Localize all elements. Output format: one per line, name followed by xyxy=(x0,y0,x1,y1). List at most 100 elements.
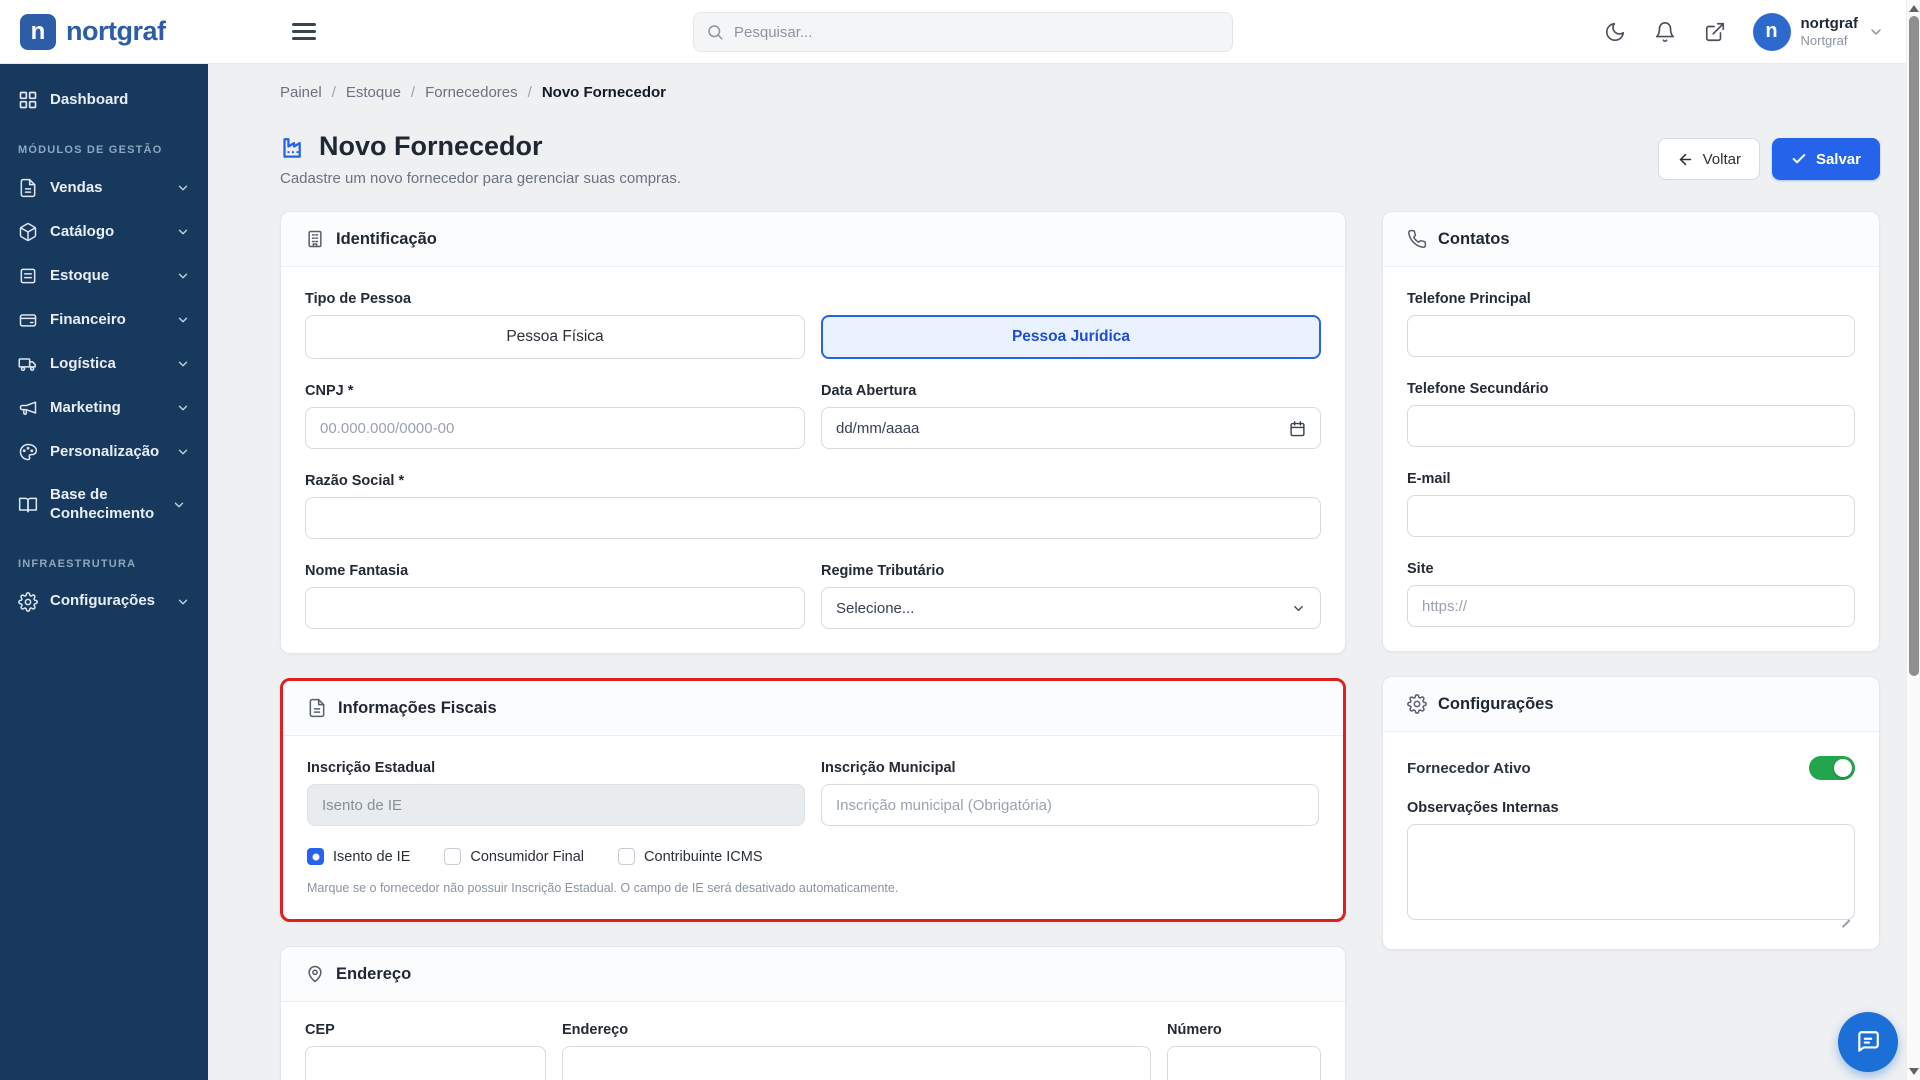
regime-tributario-select[interactable]: Selecione... xyxy=(821,587,1321,629)
chevron-down-icon xyxy=(176,181,190,195)
bell-icon xyxy=(1655,21,1674,42)
cnpj-label: CNPJ * xyxy=(305,383,354,399)
chat-button[interactable] xyxy=(1838,1012,1898,1072)
scrollbar-down-arrow-icon[interactable] xyxy=(1909,1068,1919,1075)
breadcrumb-separator: / xyxy=(331,84,336,101)
breadcrumb-current: Novo Fornecedor xyxy=(541,84,667,101)
external-link-icon xyxy=(1705,22,1724,41)
cnpj-input[interactable] xyxy=(305,407,805,449)
telefone-secundario-input[interactable] xyxy=(1407,405,1855,447)
sidebar-item-personalizacao[interactable]: Personalização xyxy=(0,430,208,474)
book-open-icon xyxy=(18,495,38,515)
brand-logo-text: nortgraf xyxy=(66,16,166,46)
chevron-down-icon xyxy=(176,225,190,239)
back-button[interactable]: Voltar xyxy=(1657,138,1760,180)
arrow-left-icon xyxy=(1679,153,1691,165)
breadcrumb-fornecedores[interactable]: Fornecedores xyxy=(425,84,518,101)
razao-social-label: Razão Social * xyxy=(305,473,405,489)
checkbox-label: Contribuinte ICMS xyxy=(644,848,763,865)
card-title: Configurações xyxy=(1438,694,1554,713)
user-menu[interactable]: n nortgraf Nortgraf xyxy=(1752,12,1885,51)
select-value: Selecione... xyxy=(836,599,915,617)
chevron-down-icon xyxy=(176,357,190,371)
notifications-button[interactable] xyxy=(1653,20,1677,44)
gear-icon xyxy=(18,591,38,612)
card-endereco: Endereço CEP Endereço Número xyxy=(280,946,1346,1080)
brand-logo-icon: n xyxy=(20,13,56,50)
data-abertura-label: Data Abertura xyxy=(821,383,917,399)
sidebar-item-logistica[interactable]: Logística xyxy=(0,342,208,386)
sidebar-item-base-conhecimento[interactable]: Base de Conhecimento xyxy=(0,474,208,536)
card-informacoes-fiscais: Informações Fiscais Inscrição Estadual I… xyxy=(280,678,1346,922)
breadcrumb-separator: / xyxy=(527,84,532,101)
endereco-input[interactable] xyxy=(562,1046,1151,1080)
sidebar-item-label: Base de Conhecimento xyxy=(50,486,155,522)
checkbox-consumidor-final[interactable]: Consumidor Final xyxy=(444,848,584,865)
sidebar-item-dashboard[interactable]: Dashboard xyxy=(0,78,208,122)
sidebar-item-label: Catálogo xyxy=(50,222,115,240)
sidebar-item-configuracoes[interactable]: Configurações xyxy=(0,580,208,624)
factory-icon xyxy=(283,138,301,158)
card-contatos: Contatos Telefone Principal Telefone Sec… xyxy=(1382,211,1880,652)
telefone-secundario-label: Telefone Secundário xyxy=(1407,381,1549,397)
breadcrumb-estoque[interactable]: Estoque xyxy=(346,84,401,101)
sidebar-item-label: Logística xyxy=(50,354,116,372)
scrollbar-up-arrow-icon[interactable] xyxy=(1909,5,1919,12)
chevron-down-icon xyxy=(176,445,190,459)
card-title: Endereço xyxy=(336,964,412,983)
email-label: E-mail xyxy=(1407,471,1451,487)
menu-toggle-icon[interactable] xyxy=(292,19,316,45)
checkbox-label: Isento de IE xyxy=(333,848,411,865)
page-title: Novo Fornecedor xyxy=(319,131,543,161)
date-value: dd/mm/aaaa xyxy=(836,419,920,437)
card-configuracoes: Configurações Fornecedor Ativo Observaçõ… xyxy=(1382,676,1880,950)
save-button[interactable]: Salvar xyxy=(1771,138,1880,180)
sidebar-item-label: Financeiro xyxy=(50,310,126,328)
sidebar-item-vendas[interactable]: Vendas xyxy=(0,166,208,210)
data-abertura-input[interactable]: dd/mm/aaaa xyxy=(821,407,1321,449)
sidebar-item-catalogo[interactable]: Catálogo xyxy=(0,210,208,254)
sidebar-item-estoque[interactable]: Estoque xyxy=(0,254,208,298)
search-input[interactable] xyxy=(734,23,1220,41)
chevron-down-icon xyxy=(172,498,186,512)
box-icon xyxy=(18,222,38,242)
inscricao-municipal-label: Inscrição Municipal xyxy=(821,760,956,776)
site-input[interactable] xyxy=(1407,585,1855,627)
telefone-principal-input[interactable] xyxy=(1407,315,1855,357)
sidebar-item-marketing[interactable]: Marketing xyxy=(0,386,208,430)
inscricao-municipal-input[interactable] xyxy=(821,784,1319,826)
open-site-button[interactable] xyxy=(1703,20,1727,44)
nome-fantasia-input[interactable] xyxy=(305,587,805,629)
breadcrumb-separator: / xyxy=(410,84,416,101)
main-content: Painel / Estoque / Fornecedores / Novo F… xyxy=(208,64,1906,1080)
file-text-icon xyxy=(307,698,327,718)
pessoa-juridica-button[interactable]: Pessoa Jurídica xyxy=(821,315,1321,359)
chevron-down-icon xyxy=(176,269,190,283)
numero-input[interactable] xyxy=(1167,1046,1321,1080)
sidebar-item-label: Configurações xyxy=(50,592,156,610)
page-subtitle: Cadastre um novo fornecedor para gerenci… xyxy=(280,170,682,187)
gear-icon xyxy=(1407,694,1427,714)
building-icon xyxy=(305,229,325,249)
cep-input[interactable] xyxy=(305,1046,546,1080)
brand-logo[interactable]: n nortgraf xyxy=(0,13,208,50)
checkbox-isento-ie[interactable]: Isento de IE xyxy=(307,848,410,865)
dark-mode-button[interactable] xyxy=(1603,20,1627,44)
inscricao-estadual-label: Inscrição Estadual xyxy=(307,760,436,776)
checkbox-contribuinte-icms[interactable]: Contribuinte ICMS xyxy=(618,848,763,865)
scrollbar-thumb[interactable] xyxy=(1908,16,1919,676)
fornecedor-ativo-toggle[interactable] xyxy=(1809,756,1855,780)
global-search[interactable] xyxy=(693,12,1233,52)
chevron-down-icon xyxy=(176,313,190,327)
email-input[interactable] xyxy=(1407,495,1855,537)
observacoes-textarea[interactable] xyxy=(1407,824,1855,920)
razao-social-input[interactable] xyxy=(305,497,1321,539)
scrollbar[interactable] xyxy=(1906,0,1920,1080)
megaphone-icon xyxy=(18,398,38,418)
breadcrumb-painel[interactable]: Painel xyxy=(280,84,322,101)
sidebar-item-financeiro[interactable]: Financeiro xyxy=(0,298,208,342)
chat-icon xyxy=(1858,1031,1879,1052)
topbar: n nortgraf n nortgraf Nortgraf xyxy=(0,0,1920,64)
pessoa-fisica-button[interactable]: Pessoa Física xyxy=(305,315,805,359)
fiscal-helper-text: Marque se o fornecedor não possuir Inscr… xyxy=(307,881,899,895)
